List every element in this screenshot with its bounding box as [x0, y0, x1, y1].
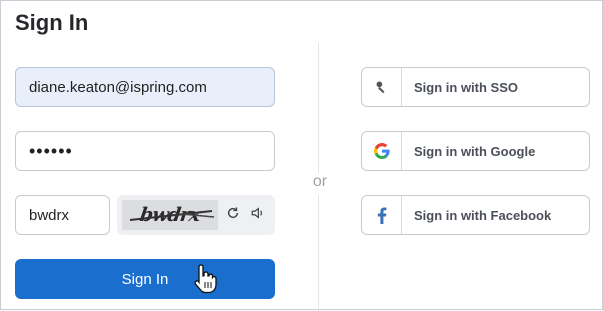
refresh-icon — [226, 206, 240, 225]
password-value: •••••• — [29, 140, 73, 161]
captcha-image: bwdrx — [122, 200, 218, 230]
hand-cursor-icon — [193, 263, 217, 302]
google-label: Sign in with Google — [414, 143, 536, 159]
captcha-noise — [129, 210, 215, 221]
password-field[interactable]: •••••• — [15, 131, 275, 171]
speaker-icon — [250, 206, 265, 225]
sso-label: Sign in with SSO — [414, 79, 518, 95]
captcha-input[interactable]: bwdrx — [15, 195, 110, 235]
or-separator: or — [309, 173, 331, 195]
facebook-label: Sign in with Facebook — [414, 207, 552, 223]
audio-captcha-button[interactable] — [245, 200, 270, 230]
captcha-box: bwdrx — [117, 195, 275, 235]
google-icon — [362, 132, 402, 170]
refresh-captcha-button[interactable] — [220, 200, 245, 230]
email-value: diane.keaton@ispring.com — [29, 78, 207, 96]
page-title: Sign In — [15, 10, 89, 35]
sign-in-label: Sign In — [121, 270, 169, 288]
key-icon — [362, 68, 402, 106]
email-field[interactable]: diane.keaton@ispring.com — [15, 67, 275, 107]
facebook-icon — [362, 196, 402, 234]
captcha-value: bwdrx — [29, 206, 70, 224]
sso-sign-in-button[interactable]: Sign in with SSO — [361, 67, 590, 107]
sign-in-panel: Sign In diane.keaton@ispring.com •••••• … — [0, 0, 603, 311]
sign-in-button[interactable]: Sign In — [15, 259, 275, 299]
facebook-sign-in-button[interactable]: Sign in with Facebook — [361, 195, 590, 235]
google-sign-in-button[interactable]: Sign in with Google — [361, 131, 590, 171]
